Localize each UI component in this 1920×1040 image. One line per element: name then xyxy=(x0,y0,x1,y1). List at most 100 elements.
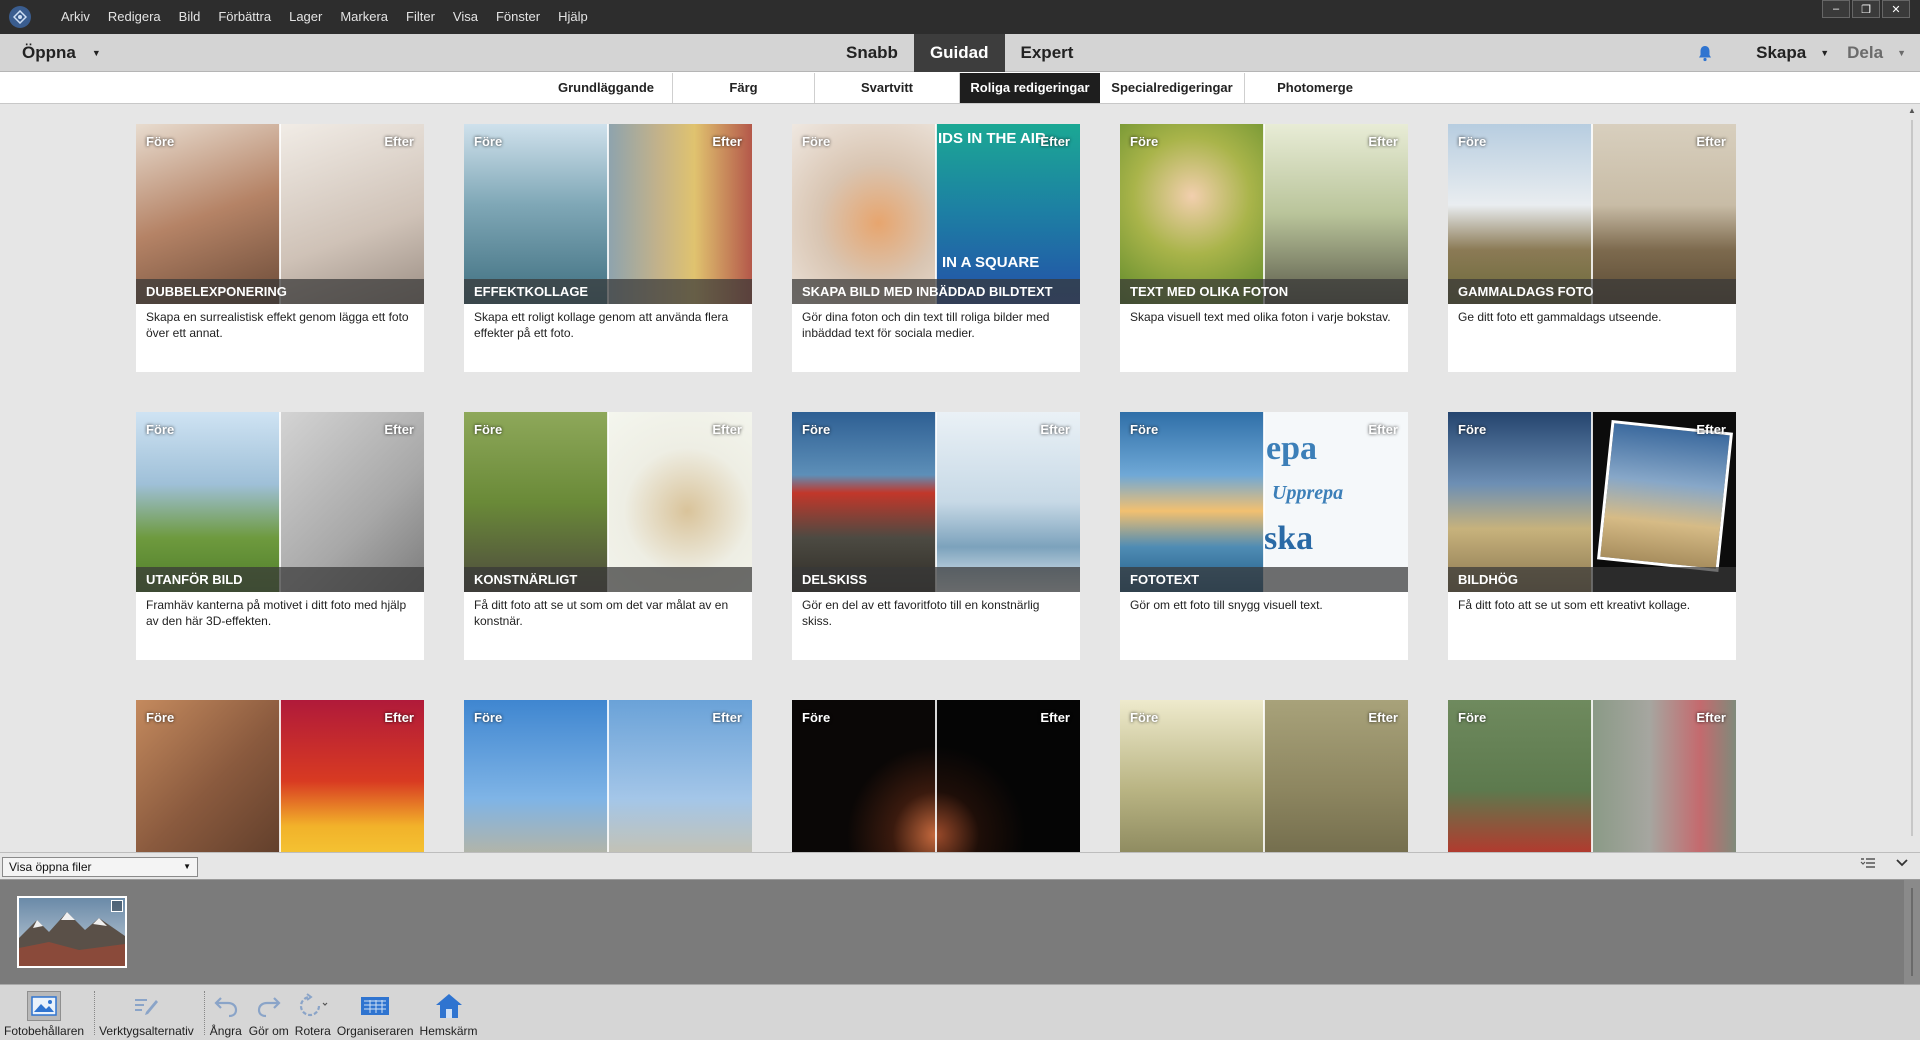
task-label: Gör om xyxy=(248,1024,289,1038)
menu-visa[interactable]: Visa xyxy=(444,0,487,34)
tab-expert[interactable]: Expert xyxy=(1005,34,1090,72)
before-label: Före xyxy=(802,134,831,149)
open-button[interactable]: Öppna ▼ xyxy=(22,34,101,72)
after-label: Efter xyxy=(1040,134,1070,149)
menu-markera[interactable]: Markera xyxy=(331,0,397,34)
card-row3-5[interactable]: Före Efter xyxy=(1448,700,1736,852)
card-title: DELSKISS xyxy=(792,567,1080,592)
card-delskiss[interactable]: Före Efter DELSKISS Gör en del av ett fa… xyxy=(792,412,1080,660)
after-label: Efter xyxy=(712,710,742,725)
split-divider xyxy=(935,124,937,304)
scroll-track[interactable] xyxy=(1911,888,1913,976)
chevron-down-icon: ▼ xyxy=(183,862,191,871)
tab-svartvitt[interactable]: Svartvitt xyxy=(815,73,960,103)
redo-icon xyxy=(252,991,286,1021)
card-title: GAMMALDAGS FOTO xyxy=(1448,279,1736,304)
card-description: Ge ditt foto ett gammaldags utseende. xyxy=(1458,310,1662,324)
card-bildhog[interactable]: Före Efter BILDHÖG Få ditt foto att se u… xyxy=(1448,412,1736,660)
bin-photo-thumbnail[interactable] xyxy=(17,896,127,968)
menu-forbattra[interactable]: Förbättra xyxy=(209,0,280,34)
card-effektkollage[interactable]: Före Efter EFFEKTKOLLAGE Skapa ett rolig… xyxy=(464,124,752,372)
menu-hjalp[interactable]: Hjälp xyxy=(549,0,597,34)
card-thumbnail: Före Efter DELSKISS xyxy=(792,412,1080,592)
bottom-taskbar: Fotobehållaren Verktygsalternativ Ångra … xyxy=(0,984,1920,1040)
after-label: Efter xyxy=(1696,422,1726,437)
card-fototext[interactable]: epa Upprepa ska Före Efter FOTOTEXT Gör … xyxy=(1120,412,1408,660)
task-label: Hemskärm xyxy=(419,1024,478,1038)
scroll-track[interactable] xyxy=(1911,120,1913,836)
after-image xyxy=(1264,124,1408,304)
organizer-button[interactable]: Organiseraren xyxy=(337,985,414,1040)
after-label: Efter xyxy=(712,422,742,437)
card-thumbnail: Före Efter UTANFÖR BILD xyxy=(136,412,424,592)
before-label: Före xyxy=(1130,710,1159,725)
before-label: Före xyxy=(146,134,175,149)
grid-scrollbar[interactable]: ▲ xyxy=(1904,104,1920,852)
before-image xyxy=(136,412,280,592)
card-title: UTANFÖR BILD xyxy=(136,567,424,592)
close-button[interactable]: ✕ xyxy=(1882,0,1910,18)
tab-snabb[interactable]: Snabb xyxy=(830,34,914,72)
after-label: Efter xyxy=(712,134,742,149)
redo-button[interactable]: Gör om xyxy=(249,985,289,1040)
split-divider xyxy=(1591,700,1593,852)
bin-filter-select[interactable]: Visa öppna filer ▼ xyxy=(2,857,198,877)
after-image xyxy=(936,412,1080,592)
undo-button[interactable]: Ångra xyxy=(209,985,243,1040)
tab-roliga-redigeringar[interactable]: Roliga redigeringar xyxy=(960,73,1100,103)
share-button[interactable]: Dela ▼ xyxy=(1847,43,1906,63)
menu-fonster[interactable]: Fönster xyxy=(487,0,549,34)
app-logo-icon[interactable] xyxy=(0,0,40,34)
card-konstnarligt[interactable]: Före Efter KONSTNÄRLIGT Få ditt foto att… xyxy=(464,412,752,660)
card-title: SKAPA BILD MED INBÄDDAD BILDTEXT xyxy=(792,279,1080,304)
after-image xyxy=(608,412,752,592)
task-label: Ångra xyxy=(209,1024,242,1038)
menu-arkiv[interactable]: Arkiv xyxy=(52,0,99,34)
tab-specialredigeringar[interactable]: Specialredigeringar xyxy=(1100,73,1245,103)
scroll-up-icon[interactable]: ▲ xyxy=(1904,104,1920,118)
tab-grundlaggande[interactable]: Grundläggande xyxy=(540,73,673,103)
card-description: Gör om ett foto till snygg visuell text. xyxy=(1130,598,1323,612)
card-text-med-olika-foton[interactable]: Före Efter TEXT MED OLIKA FOTON Skapa vi… xyxy=(1120,124,1408,372)
card-gammaldags-foto[interactable]: Före Efter GAMMALDAGS FOTO Ge ditt foto … xyxy=(1448,124,1736,372)
restore-button[interactable]: ❐ xyxy=(1852,0,1880,18)
card-description: Skapa visuell text med olika foton i var… xyxy=(1130,310,1391,324)
card-row3-4[interactable]: Före Efter xyxy=(1120,700,1408,852)
split-divider xyxy=(1591,124,1593,304)
tab-photomerge[interactable]: Photomerge xyxy=(1245,73,1385,103)
card-thumbnail: Före Efter DUBBELEXPONERING xyxy=(136,124,424,304)
category-bar: Grundläggande Färg Svartvitt Roliga redi… xyxy=(0,72,1920,104)
minimize-button[interactable]: – xyxy=(1822,0,1850,18)
card-dubbelexponering[interactable]: Före Efter DUBBELEXPONERING Skapa en sur… xyxy=(136,124,424,372)
task-label: Verktygsalternativ xyxy=(99,1024,194,1038)
menu-lager[interactable]: Lager xyxy=(280,0,331,34)
expand-icon[interactable] xyxy=(111,900,123,912)
collapse-bin-icon[interactable] xyxy=(1896,859,1908,867)
before-label: Före xyxy=(802,710,831,725)
bin-menu-icon[interactable] xyxy=(1860,857,1876,869)
card-row3-1[interactable]: Före Efter xyxy=(136,700,424,852)
right-actions: Skapa ▼ Dela ▼ xyxy=(1696,34,1906,72)
card-row3-3[interactable]: Före Efter xyxy=(792,700,1080,852)
divider xyxy=(94,991,96,1035)
bin-scrollbar[interactable] xyxy=(1904,880,1920,984)
task-label: Rotera xyxy=(294,1024,331,1038)
menu-bild[interactable]: Bild xyxy=(170,0,210,34)
card-thumbnail: Före Efter TEXT MED OLIKA FOTON xyxy=(1120,124,1408,304)
rotate-button[interactable]: Rotera xyxy=(295,985,331,1040)
photo-bin-button[interactable]: Fotobehållaren xyxy=(4,985,84,1040)
card-thumbnail: Före Efter xyxy=(1448,700,1736,852)
create-button[interactable]: Skapa ▼ xyxy=(1756,43,1829,63)
tab-farg[interactable]: Färg xyxy=(673,73,815,103)
overlay-text-top: IDS IN THE AIR xyxy=(938,130,1046,147)
menu-redigera[interactable]: Redigera xyxy=(99,0,170,34)
bell-icon[interactable] xyxy=(1696,44,1714,62)
card-utanfor-bild[interactable]: Före Efter UTANFÖR BILD Framhäv kanterna… xyxy=(136,412,424,660)
tab-guidad[interactable]: Guidad xyxy=(913,34,1005,72)
tool-options-button[interactable]: Verktygsalternativ xyxy=(99,985,194,1040)
menu-filter[interactable]: Filter xyxy=(397,0,444,34)
card-skapa-bild-med-inbaddad-bildtext[interactable]: IDS IN THE AIR IN A SQUARE Före Efter SK… xyxy=(792,124,1080,372)
overlay-text-bottom: ska xyxy=(1264,520,1314,557)
home-screen-button[interactable]: Hemskärm xyxy=(420,985,478,1040)
card-row3-2[interactable]: Före Efter xyxy=(464,700,752,852)
